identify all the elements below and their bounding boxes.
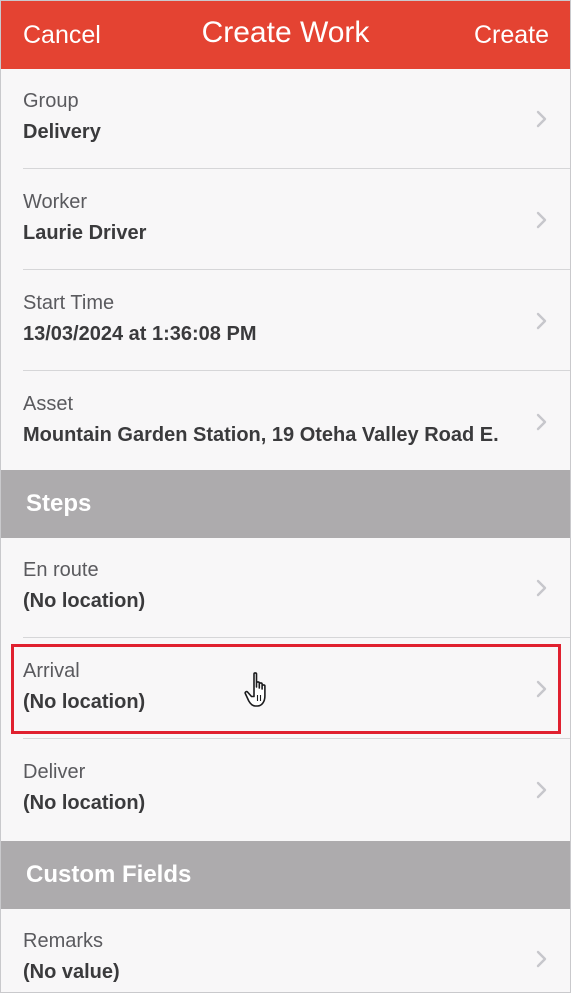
row-label: Start Time: [23, 292, 115, 314]
row-value: Delivery: [23, 121, 101, 143]
divider: [23, 168, 570, 169]
row-remarks[interactable]: Remarks (No value): [1, 909, 570, 992]
chevron-right-icon: [536, 413, 547, 431]
screen: Cancel Create Work Create Group Delivery…: [0, 0, 571, 993]
row-value: (No value): [23, 961, 120, 983]
divider: [23, 738, 570, 739]
row-asset[interactable]: Asset Mountain Garden Station, 19 Oteha …: [1, 372, 570, 472]
section-header-steps: Steps: [1, 470, 570, 538]
row-value: 13/03/2024 at 1:36:08 PM: [23, 323, 257, 345]
chevron-right-icon: [536, 312, 547, 330]
chevron-right-icon: [536, 950, 547, 968]
section-title: Steps: [26, 490, 92, 517]
navigation-bar: Cancel Create Work Create: [1, 1, 570, 69]
hand-pointer-icon: [244, 672, 266, 707]
section-header-custom-fields: Custom Fields: [1, 841, 570, 909]
chevron-right-icon: [536, 781, 547, 799]
row-step-deliver[interactable]: Deliver (No location): [1, 740, 570, 840]
row-label: Asset: [23, 393, 74, 415]
row-value: (No location): [23, 590, 146, 612]
chevron-right-icon: [536, 579, 547, 597]
chevron-right-icon: [536, 110, 547, 128]
row-worker[interactable]: Worker Laurie Driver: [1, 170, 570, 270]
row-value: Mountain Garden Station, 19 Oteha Valley…: [23, 424, 499, 446]
divider: [23, 637, 570, 638]
highlight-box: [11, 644, 561, 734]
row-group[interactable]: Group Delivery: [1, 69, 570, 169]
chevron-right-icon: [536, 211, 547, 229]
row-value: Laurie Driver: [23, 222, 147, 244]
divider: [23, 269, 570, 270]
row-label: Worker: [23, 191, 88, 213]
divider: [23, 370, 570, 371]
row-value: (No location): [23, 792, 146, 814]
row-start-time[interactable]: Start Time 13/03/2024 at 1:36:08 PM: [1, 271, 570, 371]
row-label: Deliver: [23, 761, 86, 783]
section-title: Custom Fields: [26, 861, 192, 888]
row-label: Group: [23, 90, 79, 112]
row-label: Remarks: [23, 930, 104, 952]
row-step-en-route[interactable]: En route (No location): [1, 538, 570, 638]
create-button[interactable]: Create: [474, 21, 549, 50]
row-label: En route: [23, 559, 99, 581]
